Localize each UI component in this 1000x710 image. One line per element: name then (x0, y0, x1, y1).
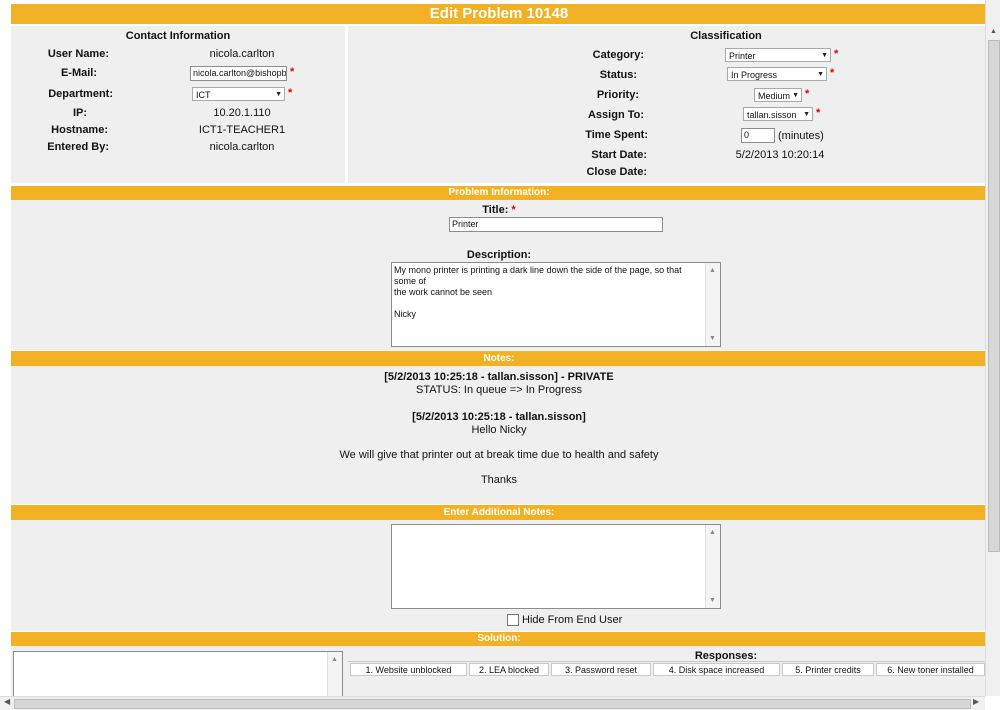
description-label: Description: (466, 249, 532, 261)
entered-by-value: nicola.carlton (209, 141, 275, 153)
vertical-scrollbar-thumb[interactable] (988, 40, 1000, 552)
response-lea-blocked[interactable]: 2. LEA blocked (469, 663, 549, 676)
priority-select[interactable]: Medium ▼ (754, 88, 802, 102)
response-password-reset[interactable]: 3. Password reset (551, 663, 651, 676)
note-body: Hello Nicky (471, 424, 527, 436)
solution-textarea[interactable]: ▲ (13, 651, 343, 699)
scroll-up-arrow-icon[interactable]: ▲ (990, 28, 997, 35)
scroll-right-arrow-icon[interactable]: ▶ (973, 697, 979, 706)
classification-heading: Classification (690, 30, 762, 42)
time-spent-unit: (minutes) (778, 130, 824, 142)
horizontal-scrollbar[interactable]: ◀ ▶ (0, 696, 985, 710)
priority-label: Priority: (596, 89, 639, 101)
category-required-mark: * (834, 48, 839, 60)
chevron-down-icon: ▼ (821, 52, 828, 59)
additional-notes-scrollbar[interactable]: ▲ ▼ (705, 525, 720, 608)
classification-panel (348, 26, 987, 183)
status-value: In Progress (731, 70, 778, 80)
category-value: Printer (729, 51, 756, 61)
category-label: Category: (592, 49, 644, 61)
responses-top-rule (348, 661, 987, 662)
assign-to-label: Assign To: (587, 109, 644, 121)
time-spent-field[interactable]: 0 (741, 128, 775, 143)
start-date-label: Start Date: (591, 149, 647, 161)
hide-from-end-user-checkbox[interactable] (507, 614, 519, 626)
priority-required-mark: * (805, 88, 810, 100)
department-select[interactable]: ICT ▼ (192, 87, 285, 101)
note-body: Thanks (480, 474, 518, 486)
page-title: Edit Problem 10148 (429, 5, 569, 22)
department-required-mark: * (288, 87, 293, 99)
hostname-value: ICT1-TEACHER1 (198, 124, 286, 136)
hostname-label: Hostname: (51, 124, 108, 136)
time-spent-label: Time Spent: (585, 129, 648, 141)
scroll-up-arrow-icon[interactable]: ▲ (709, 265, 716, 276)
department-value: ICT (196, 90, 211, 100)
assign-to-required-mark: * (816, 107, 821, 119)
solution-bar: Solution: (11, 632, 987, 646)
category-select[interactable]: Printer ▼ (725, 48, 831, 62)
user-name-value: nicola.carlton (209, 48, 275, 60)
title-input[interactable]: Printer (449, 217, 663, 232)
department-label: Department: (48, 88, 113, 100)
email-label: E-Mail: (60, 67, 97, 79)
status-label: Status: (599, 69, 637, 81)
solution-heading: Solution: (477, 633, 521, 644)
chevron-down-icon: ▼ (817, 71, 824, 78)
problem-info-bar: Problem Information: (11, 186, 987, 200)
description-textarea[interactable]: My mono printer is printing a dark line … (391, 262, 721, 347)
status-required-mark: * (830, 67, 835, 79)
notes-bar: Notes: (11, 351, 987, 366)
scroll-down-arrow-icon[interactable]: ▼ (709, 595, 716, 606)
note-body: STATUS: In queue => In Progress (416, 384, 582, 396)
close-date-label: Close Date: (586, 166, 647, 178)
solution-scrollbar[interactable]: ▲ (327, 652, 342, 698)
response-printer-credits[interactable]: 5. Printer credits (782, 663, 874, 676)
assign-to-value: tallan.sisson (747, 110, 797, 120)
page-title-bar: Edit Problem 10148 (11, 4, 987, 24)
description-line: My mono printer is printing a dark line … (394, 265, 682, 286)
priority-value: Medium (758, 91, 791, 101)
contact-heading: Contact Information (125, 30, 231, 42)
email-required-mark: * (290, 66, 295, 78)
chevron-down-icon: ▼ (275, 91, 282, 98)
description-line: the work cannot be seen (394, 287, 493, 297)
title-label-text: Title: (482, 204, 509, 216)
chevron-down-icon: ▼ (803, 111, 810, 118)
scroll-left-arrow-icon[interactable]: ◀ (4, 697, 10, 706)
additional-notes-textarea[interactable]: ▲ ▼ (391, 524, 721, 609)
assign-to-select[interactable]: tallan.sisson ▼ (743, 107, 813, 121)
problem-info-heading: Problem Information: (448, 187, 550, 198)
start-date-value: 5/2/2013 10:20:14 (735, 149, 825, 161)
notes-heading: Notes: (483, 353, 515, 364)
status-select[interactable]: In Progress ▼ (727, 67, 827, 81)
scroll-up-arrow-icon[interactable]: ▲ (331, 654, 338, 665)
description-scrollbar[interactable]: ▲ ▼ (705, 263, 720, 346)
chevron-down-icon: ▼ (792, 92, 799, 99)
title-label: Title: * (11, 204, 987, 216)
scroll-up-arrow-icon[interactable]: ▲ (709, 527, 716, 538)
note-header: [5/2/2013 10:25:18 - tallan.sisson] (412, 411, 586, 423)
note-body: We will give that printer out at break t… (339, 449, 659, 461)
note-header: [5/2/2013 10:25:18 - tallan.sisson] - PR… (384, 371, 614, 383)
hide-from-end-user-label: Hide From End User (522, 614, 623, 626)
ip-value: 10.20.1.110 (213, 107, 271, 119)
additional-notes-heading: Enter Additional Notes: (443, 507, 555, 518)
entered-by-label: Entered By: (47, 141, 109, 153)
description-line: Nicky (394, 309, 416, 319)
scroll-down-arrow-icon[interactable]: ▼ (709, 333, 716, 344)
email-field[interactable]: nicola.carlton@bishopbar (190, 66, 287, 81)
response-disk-space-increased[interactable]: 4. Disk space increased (653, 663, 780, 676)
ip-label: IP: (72, 107, 87, 119)
user-name-label: User Name: (47, 48, 109, 60)
response-new-toner-installed[interactable]: 6. New toner installed (876, 663, 985, 676)
vertical-scrollbar[interactable]: ▲ (985, 0, 1000, 696)
horizontal-scrollbar-thumb[interactable] (14, 699, 971, 709)
additional-notes-bar: Enter Additional Notes: (11, 505, 987, 520)
title-required-mark: * (511, 204, 516, 216)
response-website-unblocked[interactable]: 1. Website unblocked (350, 663, 467, 676)
